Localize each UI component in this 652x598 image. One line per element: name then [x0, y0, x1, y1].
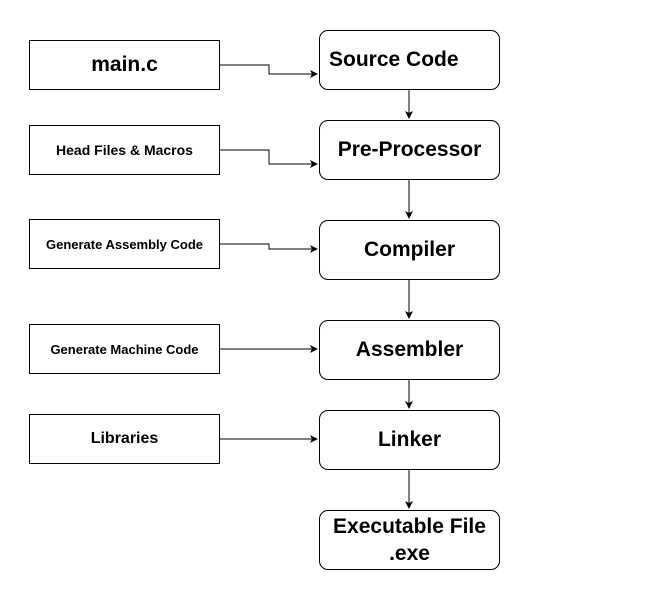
stage-executable-file: Executable File .exe: [319, 510, 500, 570]
arrow-assembly-to-compiler: [220, 243, 318, 253]
input-main-c: main.c: [29, 40, 220, 90]
stage-linker: Linker: [319, 410, 500, 470]
input-generate-assembly-code: Generate Assembly Code: [29, 219, 220, 269]
stage-source-code: Source Code: [319, 30, 500, 90]
input-generate-machine-code: Generate Machine Code: [29, 324, 220, 374]
stage-assembler: Assembler: [319, 320, 500, 380]
arrow-main-to-source: [220, 64, 318, 78]
stage-compiler: Compiler: [319, 220, 500, 280]
input-libraries: Libraries: [29, 414, 220, 464]
arrow-headers-to-preprocessor: [220, 149, 318, 168]
input-head-files-macros: Head Files & Macros: [29, 125, 220, 175]
stage-pre-processor: Pre-Processor: [319, 120, 500, 180]
